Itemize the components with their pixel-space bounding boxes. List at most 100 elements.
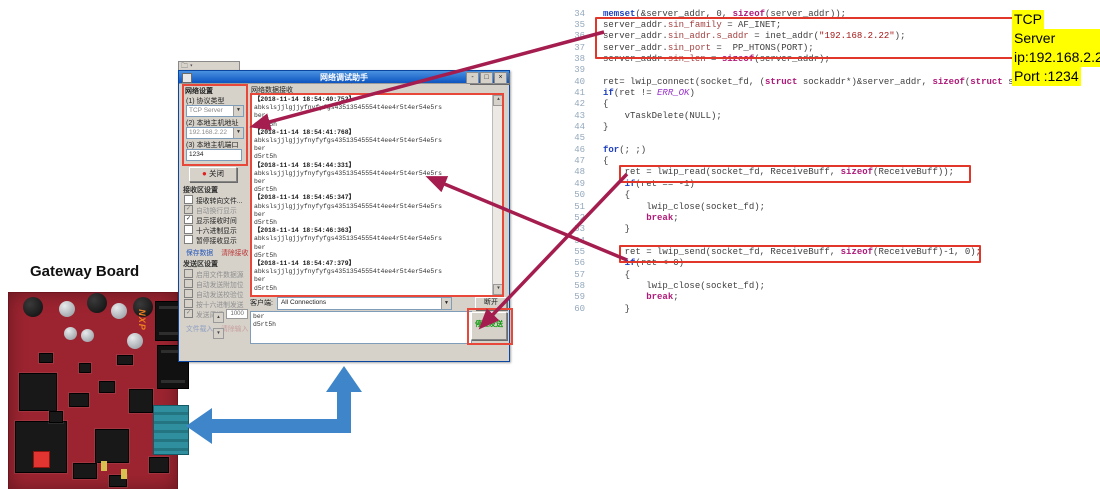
code-line: 54: [565, 235, 1100, 246]
log-scrollbar[interactable]: ▲ ▼: [492, 95, 502, 295]
checkbox-option[interactable]: ✓自动换行显示: [184, 205, 237, 214]
checkbox-label: 自动换行显示: [196, 205, 237, 215]
receive-log-area[interactable]: 【2018-11-14 18:54:40:752】abkslsjjlgjjyfn…: [250, 93, 504, 297]
capacitor-component: [81, 329, 94, 342]
code-token: [603, 213, 646, 223]
protocol-type-select[interactable]: TCP Server ▼: [186, 105, 244, 117]
log-line: abkslsjjlgjjyfnyfyfgs43513545554t4ee4r5t…: [254, 170, 500, 178]
line-number: 42: [565, 99, 585, 109]
line-number: 58: [565, 281, 585, 291]
checkbox-option[interactable]: 十六进制显示: [184, 225, 237, 234]
capacitor-component: [111, 303, 127, 319]
unchecked-checkbox-icon[interactable]: [184, 195, 193, 204]
send-button[interactable]: 停止发送: [471, 312, 507, 340]
highlighted-text: Port :1234: [1012, 67, 1081, 86]
line-number: 46: [565, 145, 585, 155]
checkbox-option[interactable]: 启用文件数据源: [184, 269, 244, 278]
send-box-scrollbar[interactable]: ▲ ▼: [213, 312, 221, 339]
checkbox-option[interactable]: 按十六进制发送: [184, 299, 244, 308]
checkbox-option[interactable]: 暂停接收显示: [184, 235, 237, 244]
line-number: 34: [565, 9, 585, 19]
code-token: (server_addr);: [754, 54, 830, 64]
minimize-icon[interactable]: -: [466, 72, 479, 84]
code-token: }: [603, 304, 630, 314]
link-red[interactable]: 清除接收: [221, 247, 248, 257]
log-line: ber: [254, 211, 500, 219]
code-token: if: [603, 88, 614, 98]
line-number: 37: [565, 43, 585, 53]
chevron-down-icon[interactable]: ▼: [441, 298, 451, 309]
checkbox-option[interactable]: 自动发送校验位: [184, 289, 244, 298]
line-number: 53: [565, 224, 585, 234]
unchecked-checkbox-icon[interactable]: [184, 289, 193, 298]
code-token: ret= lwip_connect(socket_fd, (: [603, 77, 765, 87]
scroll-down-icon[interactable]: ▼: [213, 328, 224, 339]
chip-component: [39, 353, 53, 363]
line-number: 39: [565, 65, 585, 75]
log-timestamp: 【2018-11-14 18:54:46:363】: [254, 227, 500, 235]
code-token: = inet_addr(: [749, 31, 819, 41]
protocol-type-value: TCP Server: [189, 107, 223, 114]
code-token: (ret < 0): [635, 258, 684, 268]
checkbox-label: 十六进制显示: [196, 225, 237, 235]
send-settings-header: 发送区设置: [183, 259, 218, 269]
code-line: 55 ret = lwip_send(socket_fd, ReceiveBuf…: [565, 246, 1100, 257]
checkbox-label: 启用文件数据源: [196, 269, 244, 279]
code-text: ret = lwip_send(socket_fd, ReceiveBuff, …: [603, 247, 981, 257]
code-text: memset(&server_addr, 0, sizeof(server_ad…: [603, 9, 846, 19]
chip-component: [49, 411, 63, 423]
red-component: [33, 451, 50, 468]
host-port-input[interactable]: 1234: [186, 149, 242, 161]
annotation-line: Server ip:192.168.2.22: [1012, 29, 1100, 67]
disconnect-button[interactable]: 断开: [475, 297, 507, 310]
code-token: lwip_close(socket_fd);: [603, 281, 765, 291]
line-number: 50: [565, 190, 585, 200]
code-text: {: [603, 190, 630, 200]
code-token: struct: [970, 77, 1002, 87]
code-text: server_addr.sin_len = sizeof(server_addr…: [603, 54, 830, 64]
code-line: 50 {: [565, 190, 1100, 201]
send-input-area[interactable]: berd5rt5h: [250, 311, 472, 344]
log-line: abkslsjjlgjjyfnyfyfgs43513545554t4ee4r5t…: [254, 104, 500, 112]
scroll-down-icon[interactable]: ▼: [493, 284, 504, 295]
unchecked-checkbox-icon[interactable]: [184, 225, 193, 234]
chevron-down-icon[interactable]: ▼: [233, 106, 243, 116]
code-line: 59 break;: [565, 292, 1100, 303]
line-number: 48: [565, 167, 585, 177]
link-red[interactable]: 清除输入: [221, 323, 248, 333]
send-period-input[interactable]: 1000: [226, 309, 248, 319]
link-blue[interactable]: 文件载入: [186, 323, 213, 333]
link-blue[interactable]: 保存数据: [186, 247, 213, 257]
unchecked-checkbox-icon[interactable]: [184, 269, 193, 278]
maximize-icon[interactable]: □: [480, 72, 493, 84]
log-entry: 【2018-11-14 18:54:47:379】abkslsjjlgjjyfn…: [254, 260, 500, 293]
line-number: 59: [565, 292, 585, 302]
code-line: 44}: [565, 121, 1100, 132]
checkbox-option[interactable]: 接收转向文件...: [184, 195, 242, 204]
log-line: abkslsjjlgjjyfnyfyfgs43513545554t4ee4r5t…: [254, 203, 500, 211]
close-connection-button[interactable]: ● 关闭: [189, 167, 237, 182]
unchecked-checkbox-icon[interactable]: [184, 279, 193, 288]
close-icon[interactable]: ×: [494, 72, 507, 84]
chevron-down-icon[interactable]: ▼: [233, 128, 243, 138]
scroll-up-icon[interactable]: ▲: [493, 95, 504, 106]
checkbox-option[interactable]: ✓显示接收时间: [184, 215, 237, 224]
code-text: server_addr.sin_addr.s_addr = inet_addr(…: [603, 31, 905, 41]
red-dot-icon: ●: [202, 169, 207, 178]
checked-checkbox-icon[interactable]: ✓: [184, 205, 193, 214]
checkbox-option[interactable]: 自动发送附加位: [184, 279, 244, 288]
code-text: }: [603, 122, 608, 132]
unchecked-checkbox-icon[interactable]: [184, 235, 193, 244]
window-titlebar[interactable]: 网络调试助手 - □ ×: [179, 71, 509, 83]
code-token: for: [603, 145, 619, 155]
checked-checkbox-icon[interactable]: ✓: [184, 309, 193, 318]
receive-settings-links: 保存数据清除接收: [186, 247, 248, 257]
line-number: 51: [565, 202, 585, 212]
code-token: (; ;): [619, 145, 646, 155]
client-select[interactable]: All Connections ▼: [277, 297, 452, 310]
scroll-up-icon[interactable]: ▲: [213, 312, 224, 323]
checked-checkbox-icon[interactable]: ✓: [184, 215, 193, 224]
host-address-select[interactable]: 192.168.2.22 ▼: [186, 127, 244, 139]
unchecked-checkbox-icon[interactable]: [184, 299, 193, 308]
log-entry: 【2018-11-14 18:54:41:768】abkslsjjlgjjyfn…: [254, 129, 500, 162]
